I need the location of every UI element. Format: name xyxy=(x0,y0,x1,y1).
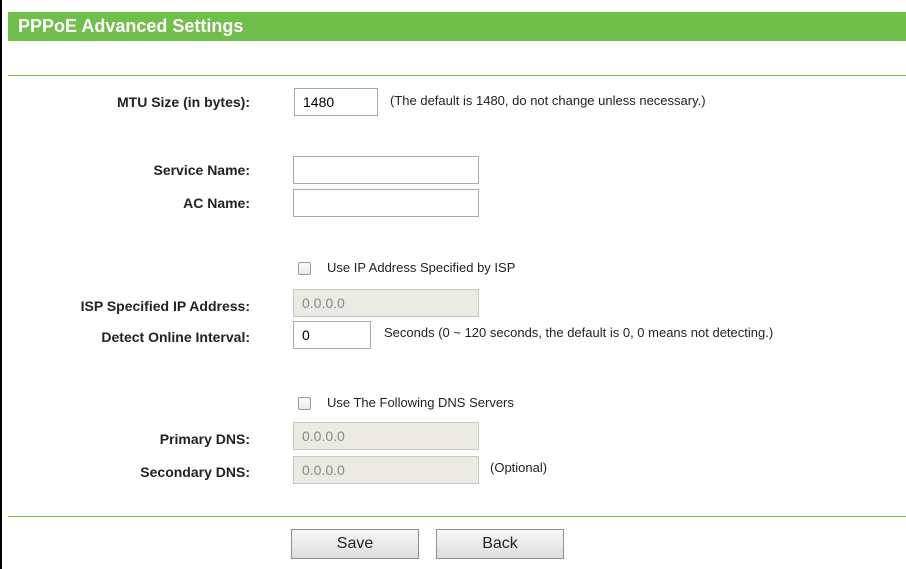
mtu-input[interactable] xyxy=(294,88,378,116)
section-header: PPPoE Advanced Settings xyxy=(8,12,906,41)
page-title: PPPoE Advanced Settings xyxy=(18,16,244,36)
isp-ip-input[interactable] xyxy=(293,289,479,317)
detect-interval-input[interactable] xyxy=(293,321,371,349)
save-button[interactable]: Save xyxy=(291,529,419,559)
isp-ip-label: ISP Specified IP Address: xyxy=(80,298,250,314)
service-name-input[interactable] xyxy=(293,156,479,184)
ac-name-label: AC Name: xyxy=(183,195,250,211)
bottom-divider xyxy=(8,516,906,517)
primary-dns-input[interactable] xyxy=(293,422,479,450)
secondary-dns-label: Secondary DNS: xyxy=(140,464,250,480)
service-name-label: Service Name: xyxy=(153,162,250,178)
secondary-dns-hint: (Optional) xyxy=(490,460,548,475)
page-frame: PPPoE Advanced Settings MTU Size (in byt… xyxy=(0,0,906,569)
detect-interval-hint: Seconds (0 ~ 120 seconds, the default is… xyxy=(384,325,774,340)
mtu-label: MTU Size (in bytes): xyxy=(116,94,250,110)
primary-dns-label: Primary DNS: xyxy=(159,431,250,447)
use-dns-checkbox[interactable] xyxy=(298,397,311,410)
use-isp-ip-checkbox[interactable] xyxy=(298,262,311,275)
top-divider xyxy=(8,75,906,76)
back-button[interactable]: Back xyxy=(436,529,564,559)
ac-name-input[interactable] xyxy=(293,189,479,217)
use-dns-label: Use The Following DNS Servers xyxy=(327,395,514,410)
detect-interval-label: Detect Online Interval: xyxy=(101,329,250,345)
use-isp-ip-label: Use IP Address Specified by ISP xyxy=(327,260,516,275)
secondary-dns-input[interactable] xyxy=(293,456,479,484)
mtu-hint: (The default is 1480, do not change unle… xyxy=(390,93,706,108)
